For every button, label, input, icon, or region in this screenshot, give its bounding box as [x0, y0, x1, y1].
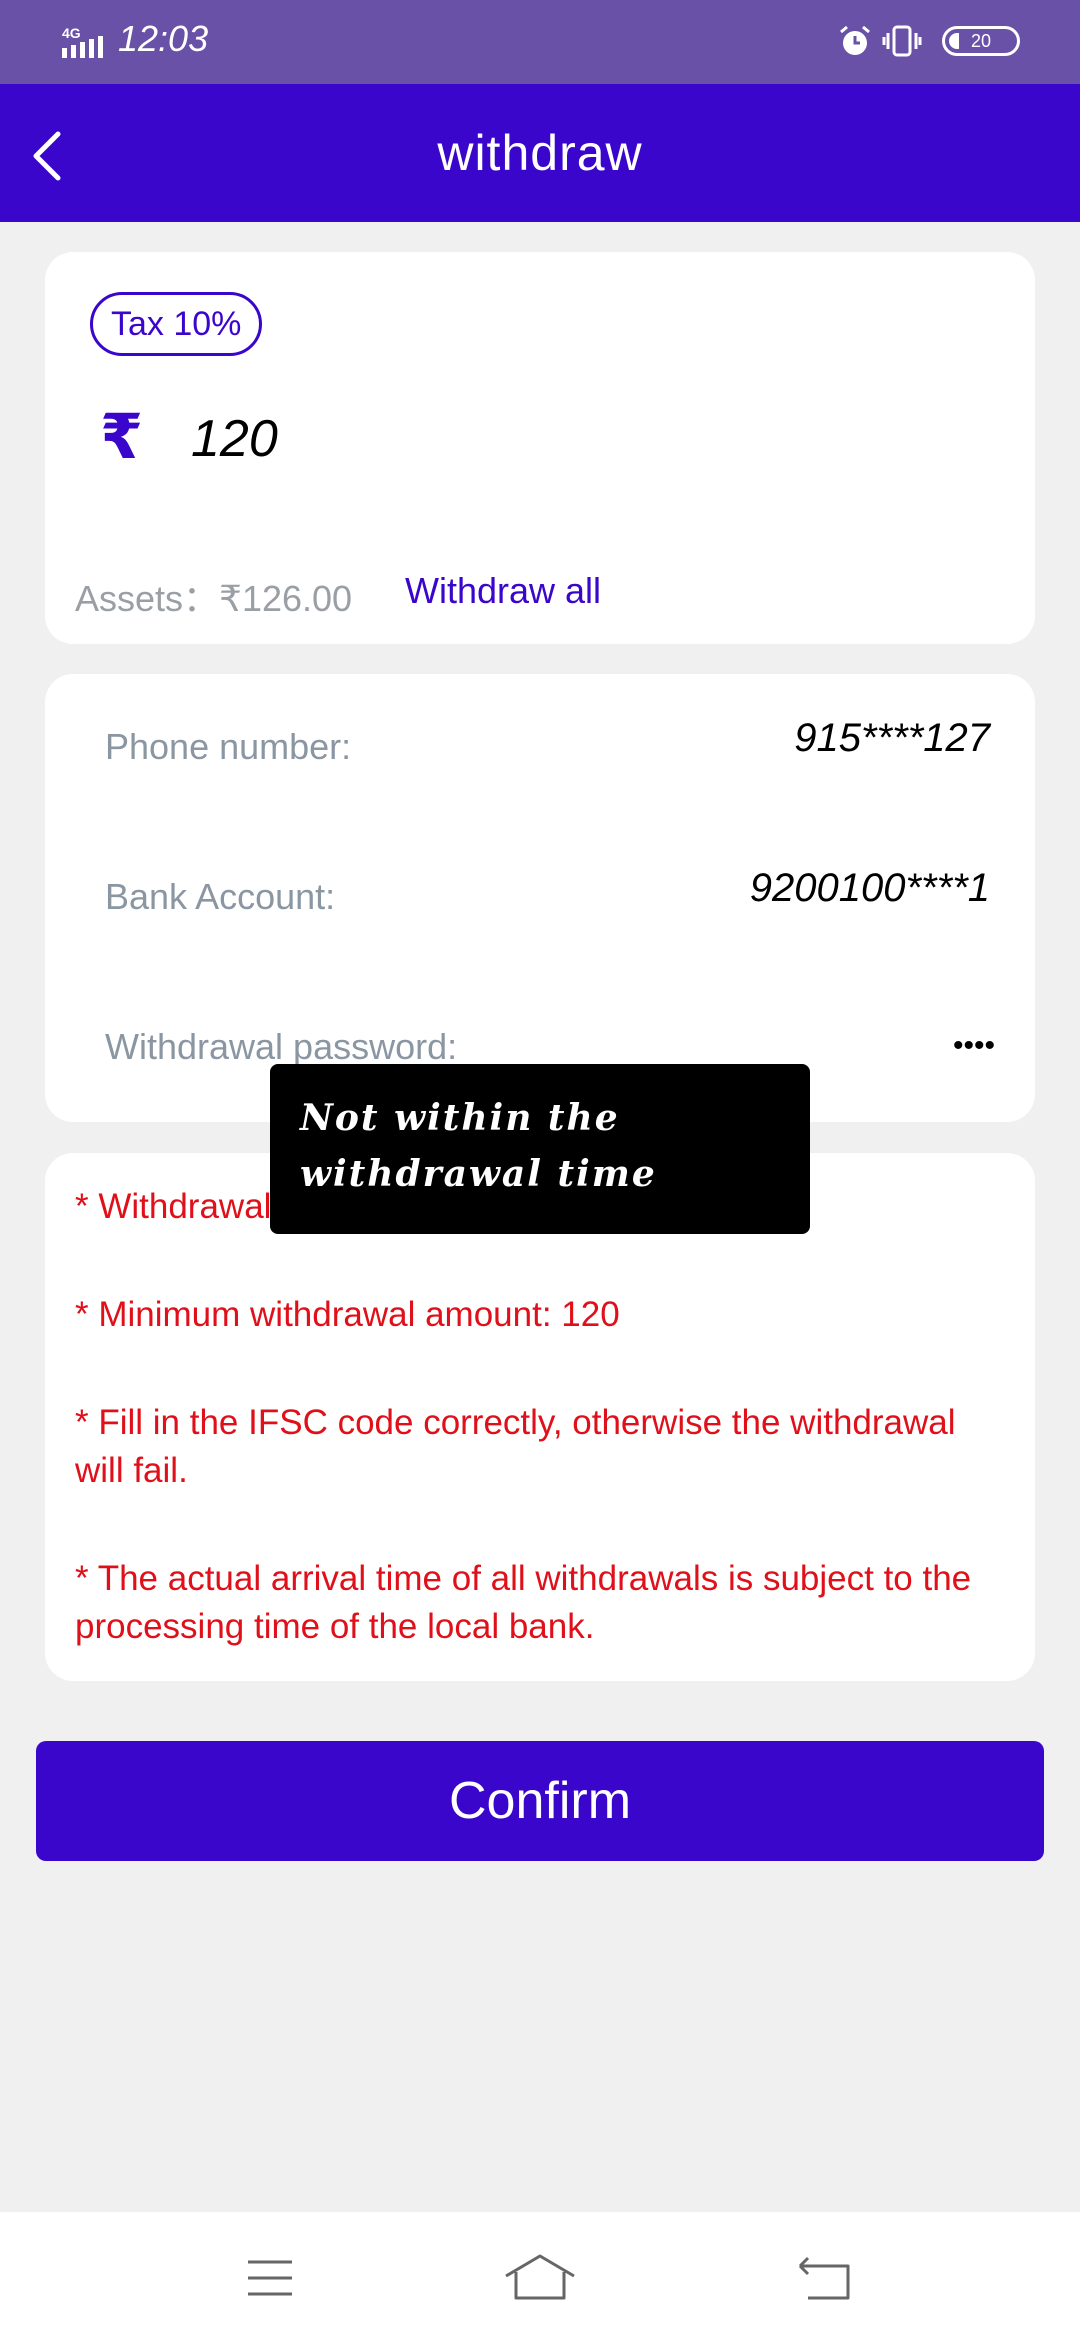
battery-level: 20 — [970, 31, 992, 51]
bank-account-label: Bank Account: — [105, 876, 336, 917]
phone-label: Phone number: — [105, 726, 352, 767]
signal-4g-icon: 4G — [62, 25, 103, 58]
withdraw-all-link[interactable]: Withdraw all — [405, 570, 601, 612]
app-header: withdraw — [0, 84, 1080, 222]
status-bar: 4G 12:03 20 — [0, 0, 1080, 84]
note-ifsc: * Fill in the IFSC code correctly, other… — [75, 1403, 956, 1490]
page-title: withdraw — [437, 125, 643, 181]
rupee-icon: ₹ — [100, 400, 144, 473]
system-nav-bar — [0, 2212, 1080, 2340]
status-time: 12:03 — [118, 18, 209, 59]
bank-account-value[interactable]: 9200100****1 — [750, 866, 990, 911]
tax-badge: Tax 10% — [90, 292, 263, 356]
amount-card: Tax 10% ₹ Assets：₹126.00 Withdraw all — [45, 252, 1035, 644]
menu-icon[interactable] — [230, 2246, 310, 2310]
note-arrival-time: * The actual arrival time of all withdra… — [75, 1559, 972, 1646]
assets-balance: Assets：₹126.00 — [75, 578, 353, 619]
confirm-button[interactable]: Confirm — [36, 1741, 1044, 1861]
phone-value: 915****127 — [794, 716, 990, 760]
svg-text:4G: 4G — [62, 25, 81, 41]
nav-back-icon[interactable] — [784, 2246, 864, 2310]
alarm-icon — [840, 25, 870, 55]
home-icon[interactable] — [500, 2246, 580, 2310]
amount-input[interactable] — [191, 402, 971, 476]
note-minimum-amount: * Minimum withdrawal amount: 120 — [75, 1295, 620, 1334]
vibrate-icon — [882, 25, 922, 57]
battery-icon: 20 — [942, 26, 1020, 56]
account-card: Phone number: 915****127 Bank Account: 9… — [45, 674, 1035, 1122]
toast-message: Not within the withdrawal time — [270, 1064, 810, 1234]
withdrawal-password-label: Withdrawal password: — [105, 1026, 458, 1067]
